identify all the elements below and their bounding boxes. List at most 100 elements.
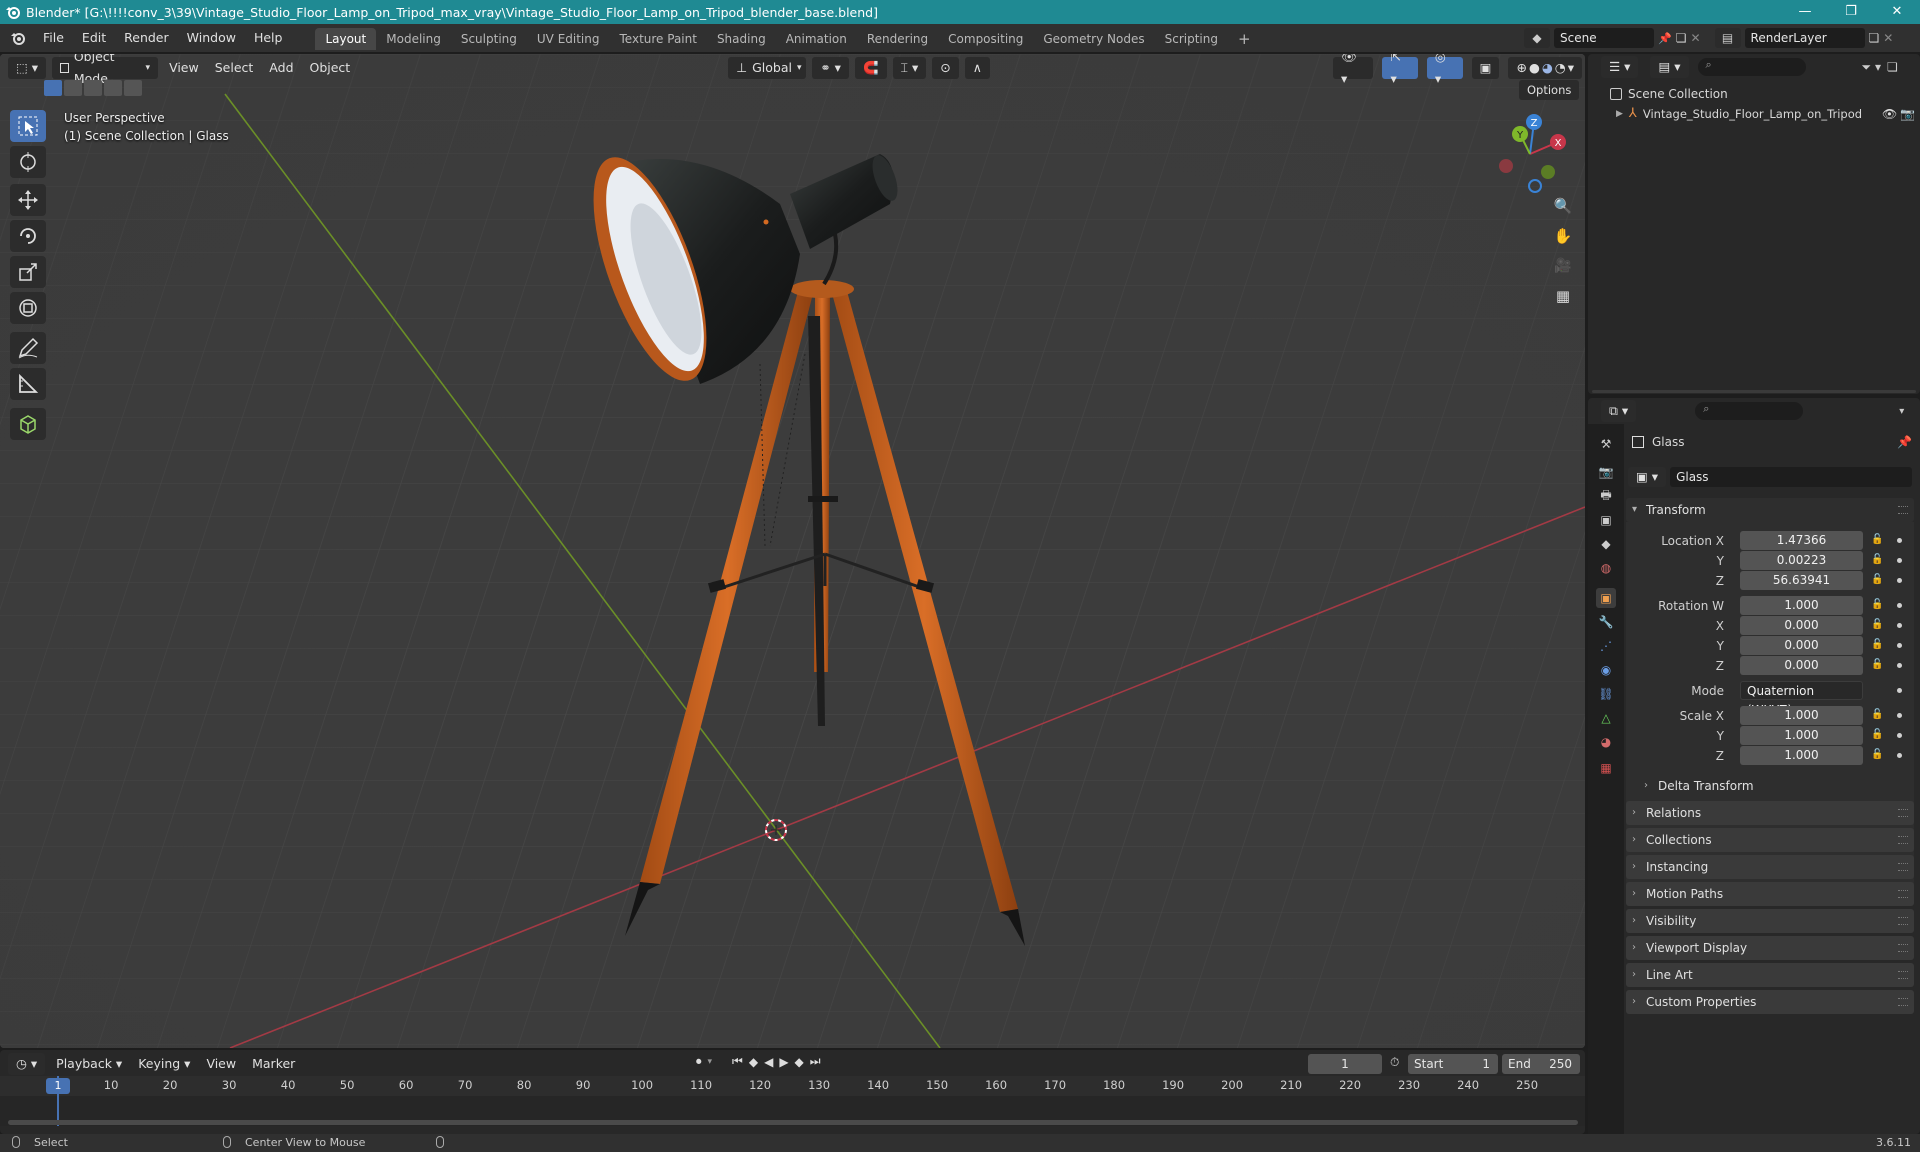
keyframe-dot[interactable] [1897,538,1902,543]
transform-tool[interactable] [10,292,46,324]
object-browse-button[interactable]: ▣ ▾ [1628,467,1667,487]
playhead-frame-badge[interactable]: 1 [46,1078,70,1094]
transform-orientation-dropdown[interactable]: ⊥ Global ▾ [728,57,807,79]
keyframe-dot[interactable] [1897,603,1902,608]
scene-name-field[interactable]: Scene [1554,28,1654,48]
collections-panel-header[interactable]: › Collections [1626,828,1914,852]
lock-icon[interactable]: 🔓 [1871,729,1883,741]
render-tab-icon[interactable]: 📷 [1596,462,1616,482]
camera-view-button[interactable]: 🎥 [1548,251,1578,281]
viewport-menu-select[interactable]: Select [207,57,262,79]
lock-icon[interactable]: 🔓 [1871,574,1883,586]
scene-browse-icon[interactable]: ◆ [1524,28,1550,48]
timeline-editor-type[interactable]: ◷ ▾ [8,1053,46,1075]
cursor-tool[interactable] [10,146,46,178]
visibility-panel-header[interactable]: › Visibility [1626,909,1914,933]
keyframe-dot[interactable] [1897,643,1902,648]
render-camera-icon[interactable]: 📷 [1900,104,1915,124]
current-frame-field[interactable]: 1 [1308,1054,1382,1074]
tab-animation[interactable]: Animation [776,28,857,50]
snap-toggle[interactable]: 🧲 [854,57,887,79]
timeline-menu-marker[interactable]: Marker [244,1053,303,1075]
drag-grip-icon[interactable] [1898,809,1908,817]
tab-compositing[interactable]: Compositing [938,28,1033,50]
properties-editor-type[interactable]: ⧉ ▾ [1601,400,1637,422]
drag-grip-icon[interactable] [1898,944,1908,952]
menu-render[interactable]: Render [115,24,178,52]
pin-icon[interactable]: 📌 [1897,435,1912,449]
zoom-button[interactable]: 🔍 [1548,191,1578,221]
object-name-field[interactable]: Glass [1670,467,1912,487]
wireframe-shading-icon[interactable]: ⊕ [1516,57,1526,79]
move-tool[interactable] [10,184,46,216]
outliner-search[interactable]: ⌕ [1697,58,1806,76]
drag-grip-icon[interactable] [1898,506,1908,514]
viewport-menu-add[interactable]: Add [261,57,301,79]
viewport-menu-view[interactable]: View [161,57,207,79]
solid-shading-icon[interactable]: ● [1529,57,1540,79]
keyframe-dot[interactable] [1897,753,1902,758]
menu-window[interactable]: Window [178,24,245,52]
timeline-scrollbar[interactable] [8,1120,1578,1125]
play-icon[interactable]: ▶ [779,1055,788,1069]
select-intersect-icon[interactable] [124,80,142,96]
end-frame-field[interactable]: End 250 [1502,1054,1580,1074]
location-y-field[interactable]: 0.00223 [1740,551,1863,570]
play-reverse-icon[interactable]: ◀ [764,1055,773,1069]
chevron-down-icon[interactable]: ▾ [1899,406,1904,417]
keyframe-dot[interactable] [1897,558,1902,563]
blender-menu-icon[interactable] [10,30,26,46]
navigation-gizmo[interactable]: X Z Y [1490,114,1570,194]
outliner-item[interactable]: ▶ ⅄ Vintage_Studio_Floor_Lamp_on_Tripod … [1616,104,1916,124]
keyframe-dot[interactable] [1897,713,1902,718]
rotation-mode-dropdown[interactable]: Quaternion (WXYZ)▾ [1740,681,1863,717]
tab-geometry-nodes[interactable]: Geometry Nodes [1033,28,1154,50]
options-button[interactable]: Options [1519,80,1580,100]
keyframe-dot[interactable] [1897,733,1902,738]
new-collection-icon[interactable]: ❏ [1887,60,1898,74]
keyframe-dot[interactable] [1897,578,1902,583]
tab-modeling[interactable]: Modeling [376,28,451,50]
rotation-w-field[interactable]: 1.000 [1740,596,1863,615]
drag-grip-icon[interactable] [1898,863,1908,871]
lock-icon[interactable]: 🔓 [1871,749,1883,761]
select-new-icon[interactable] [44,80,62,96]
filter-icon[interactable]: ⏷ ▾ [1862,60,1881,75]
properties-search[interactable]: ⌕ [1695,402,1804,420]
pan-button[interactable]: ✋ [1548,221,1578,251]
gizmo-toggle[interactable]: ⇱ ▾ [1382,54,1418,86]
visibility-icon[interactable]: 👁 ▾ [1333,54,1374,86]
shading-modes[interactable]: ⊕ ● ◕ ◔ ▾ [1508,57,1582,79]
menu-edit[interactable]: Edit [73,24,115,52]
lock-icon[interactable]: 🔓 [1871,554,1883,566]
overlay-toggle[interactable]: ◎ ▾ [1426,54,1463,86]
view-layer-tab-icon[interactable]: ▣ [1596,510,1616,530]
rotate-tool[interactable] [10,220,46,252]
scene-pin-icon[interactable]: 📌 [1658,32,1672,45]
layer-new-icon[interactable]: ❏ [1869,31,1880,45]
lock-icon[interactable]: 🔓 [1871,659,1883,671]
annotate-tool[interactable] [10,332,46,364]
drag-grip-icon[interactable] [1898,971,1908,979]
lock-icon[interactable]: 🔓 [1871,599,1883,611]
relations-panel-header[interactable]: › Relations [1626,801,1914,825]
add-cube-tool[interactable] [10,408,46,440]
drag-grip-icon[interactable] [1898,890,1908,898]
snap-target-button[interactable]: ⌶ ▾ [892,57,927,79]
ortho-toggle-button[interactable]: ▦ [1548,281,1578,311]
scale-x-field[interactable]: 1.000 [1740,706,1863,725]
rotation-x-field[interactable]: 0.000 [1740,616,1863,635]
rotation-z-field[interactable]: 0.000 [1740,656,1863,675]
scene-delete-icon[interactable]: ✕ [1690,31,1700,45]
lock-icon[interactable]: 🔓 [1871,619,1883,631]
jump-start-icon[interactable]: ⏮ [732,1054,743,1069]
select-extend-icon[interactable] [64,80,82,96]
mode-dropdown[interactable]: Object Mode ▾ [52,54,159,86]
lock-icon[interactable]: 🔓 [1871,639,1883,651]
delta-transform-header[interactable]: › Delta Transform [1638,774,1910,798]
falloff-button[interactable]: ∧ [964,57,990,79]
keyframe-dot[interactable] [1897,663,1902,668]
pivot-point-button[interactable]: ⚭ ▾ [812,57,849,79]
motion-paths-panel-header[interactable]: › Motion Paths [1626,882,1914,906]
select-invert-icon[interactable] [104,80,122,96]
